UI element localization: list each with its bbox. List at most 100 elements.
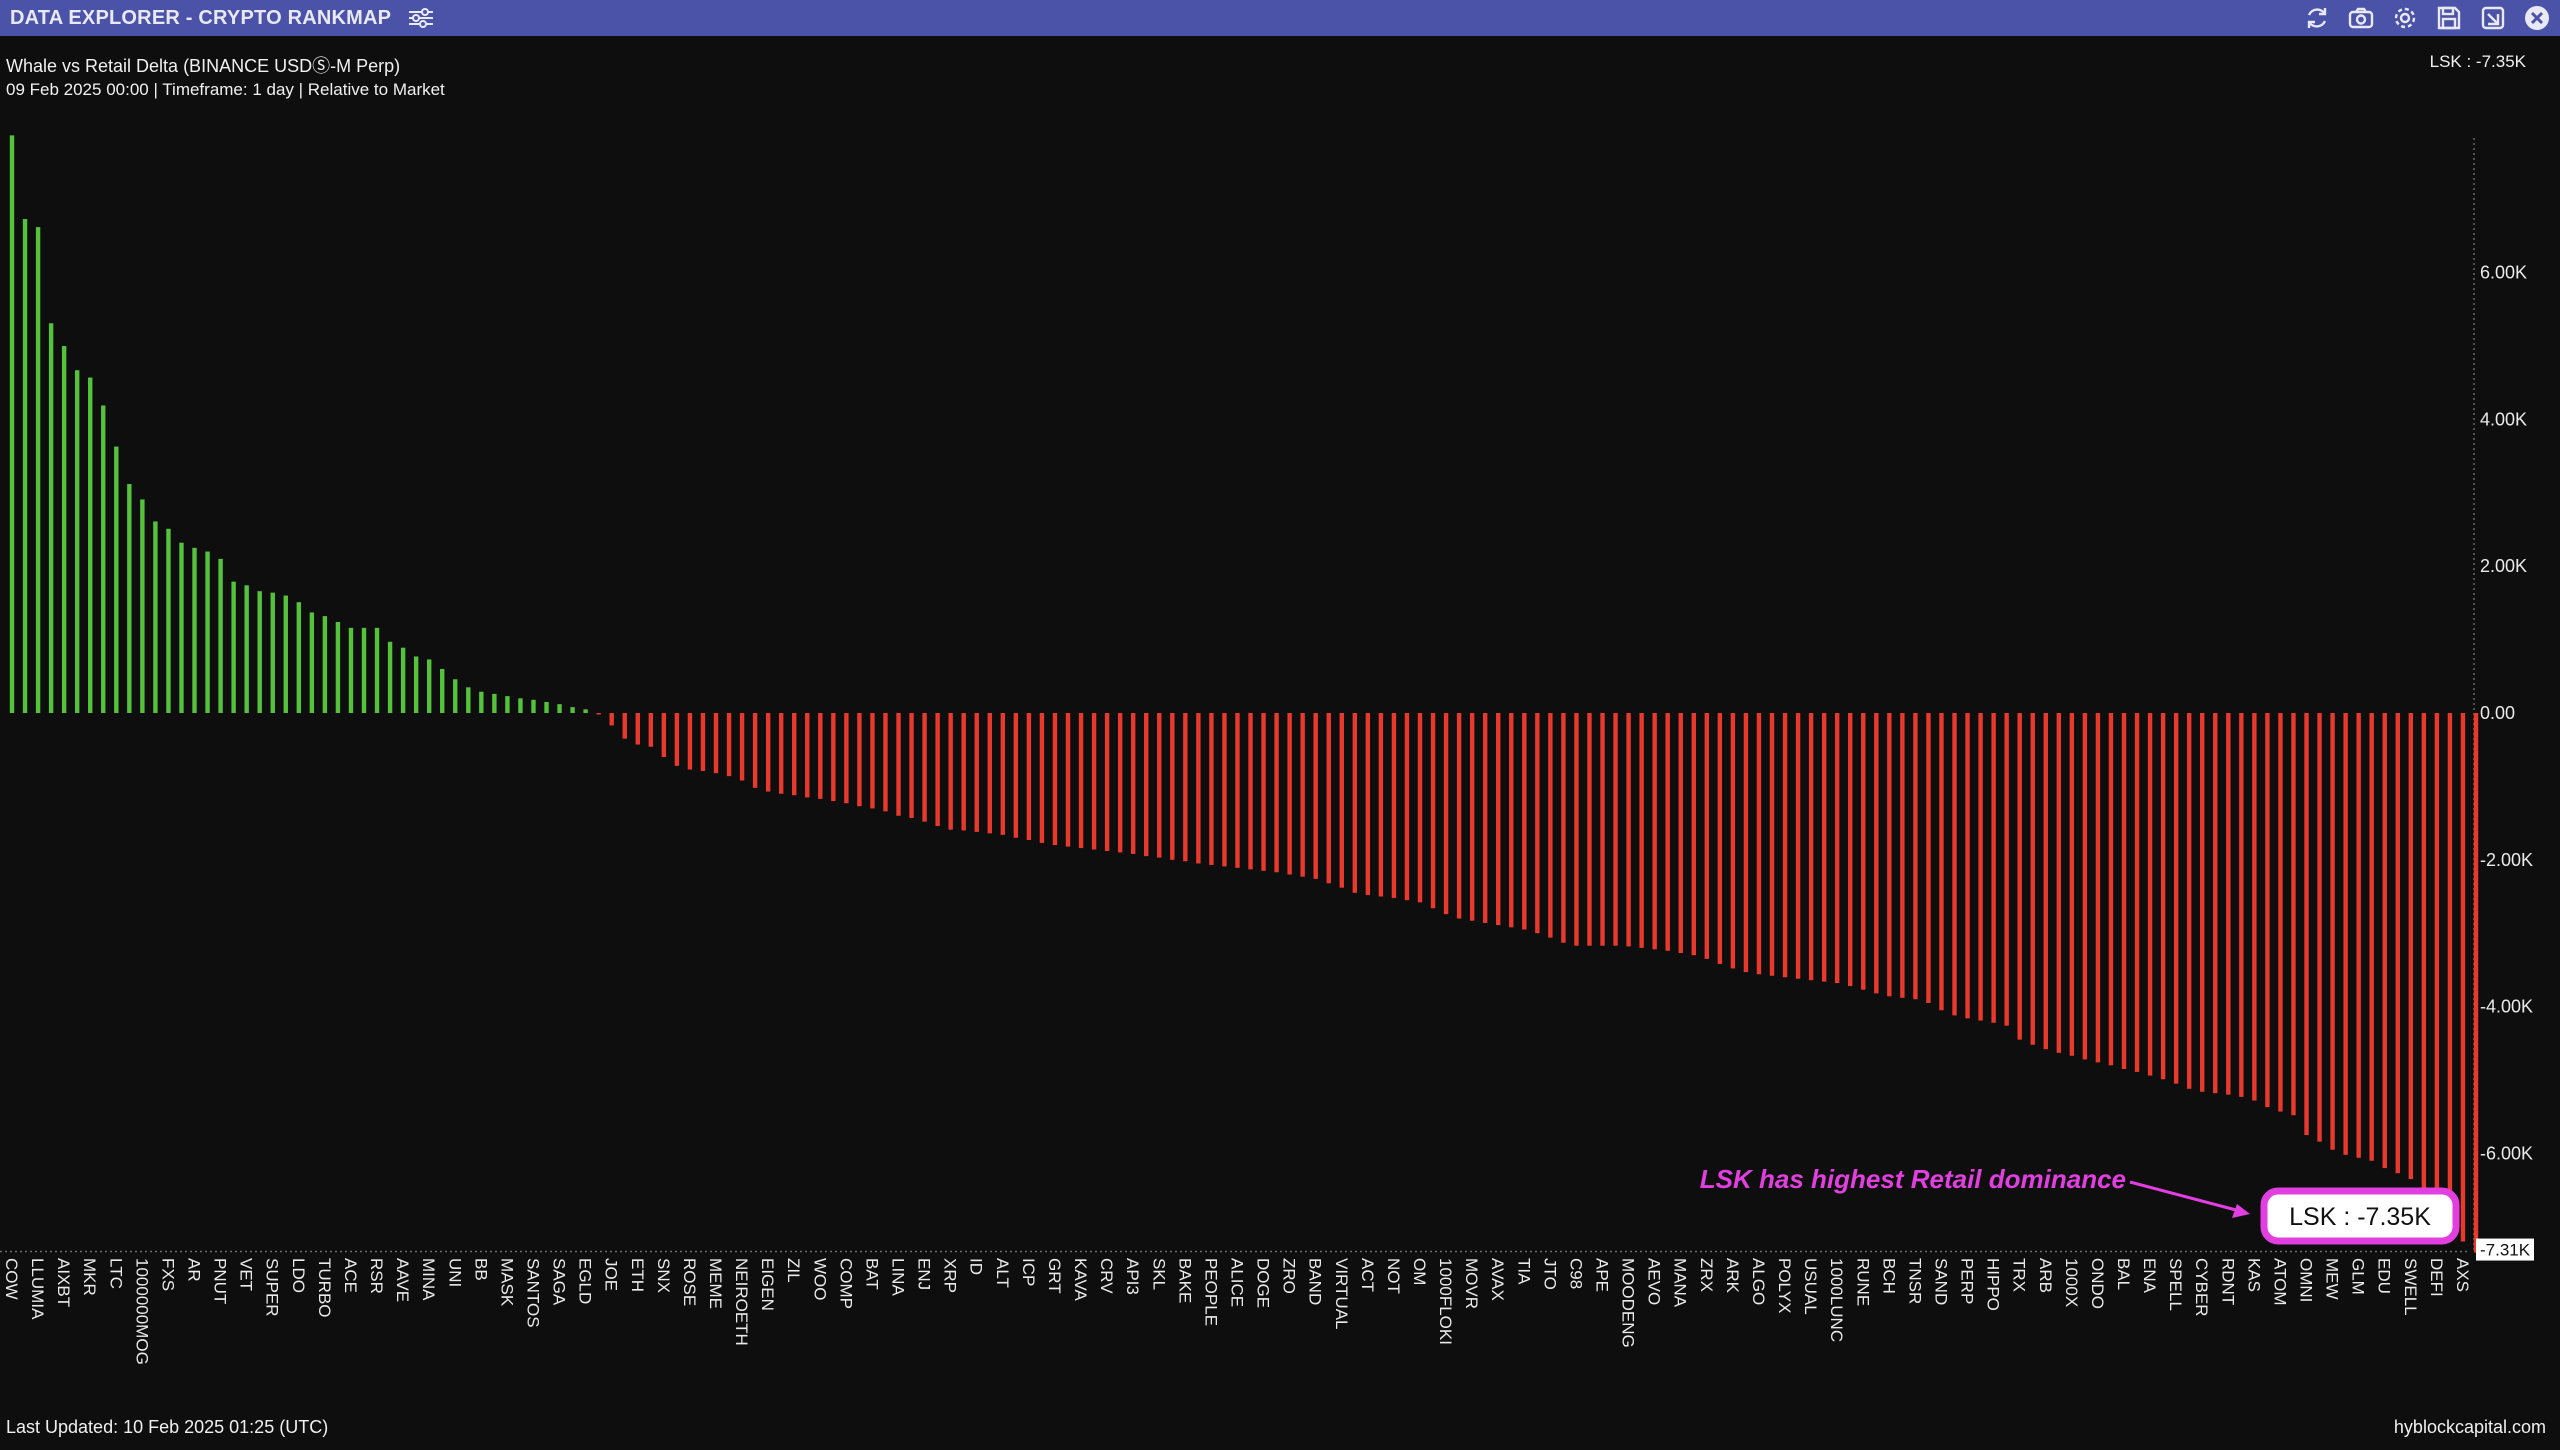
bar[interactable] <box>1235 713 1240 868</box>
bar[interactable] <box>453 679 458 713</box>
bar[interactable] <box>413 656 419 713</box>
bar[interactable] <box>544 701 549 713</box>
bar[interactable] <box>1078 713 1084 849</box>
bar[interactable] <box>531 699 536 713</box>
bar[interactable] <box>2069 713 2075 1056</box>
bar[interactable] <box>1052 713 1058 846</box>
bar[interactable] <box>2017 713 2022 1040</box>
bar[interactable] <box>1482 713 1488 923</box>
bar[interactable] <box>374 627 380 713</box>
bar[interactable] <box>1522 713 1527 930</box>
bar[interactable] <box>1574 713 1579 946</box>
bar[interactable] <box>2408 713 2414 1180</box>
bar[interactable] <box>296 602 302 713</box>
bar[interactable] <box>166 528 171 713</box>
bar[interactable] <box>22 219 28 713</box>
bar[interactable] <box>1535 713 1540 934</box>
bar[interactable] <box>1613 713 1618 946</box>
bar[interactable] <box>765 713 771 792</box>
bar[interactable] <box>283 595 288 713</box>
bar[interactable] <box>1561 713 1566 943</box>
bar[interactable] <box>909 713 914 818</box>
bar[interactable] <box>9 135 15 714</box>
bar[interactable] <box>361 627 367 713</box>
bar[interactable] <box>231 581 236 713</box>
bar[interactable] <box>1287 713 1292 875</box>
bar[interactable] <box>2447 713 2453 1231</box>
bar[interactable] <box>1509 713 1514 928</box>
bar[interactable] <box>1313 713 1318 879</box>
bar[interactable] <box>1743 713 1749 973</box>
bar[interactable] <box>2369 713 2374 1161</box>
bar[interactable] <box>974 713 979 832</box>
bar[interactable] <box>2226 713 2231 1095</box>
bar[interactable] <box>987 713 992 834</box>
bar[interactable] <box>2108 713 2114 1066</box>
bar[interactable] <box>648 713 654 747</box>
bar[interactable] <box>1691 713 1696 956</box>
bar[interactable] <box>583 709 588 713</box>
bar[interactable] <box>400 647 406 713</box>
bar[interactable] <box>2043 713 2048 1050</box>
bar[interactable] <box>557 704 562 713</box>
bar[interactable] <box>1652 713 1657 950</box>
bar[interactable] <box>778 713 784 794</box>
bar[interactable] <box>335 621 341 713</box>
bar[interactable] <box>1900 713 1905 998</box>
bar[interactable] <box>2421 713 2427 1191</box>
bar[interactable] <box>792 713 797 796</box>
bar[interactable] <box>2252 713 2257 1101</box>
bar[interactable] <box>1978 713 1983 1021</box>
bar[interactable] <box>818 713 823 799</box>
bar[interactable] <box>1339 713 1344 888</box>
bar[interactable] <box>1365 713 1371 896</box>
bar[interactable] <box>2056 713 2062 1053</box>
bar[interactable] <box>1665 713 1670 951</box>
bar[interactable] <box>1926 713 1931 1003</box>
bar[interactable] <box>192 547 197 713</box>
bar[interactable] <box>48 323 54 713</box>
bar[interactable] <box>2343 713 2348 1155</box>
bar[interactable] <box>1274 713 1279 873</box>
bar[interactable] <box>309 612 315 713</box>
bar[interactable] <box>2291 713 2296 1116</box>
bar[interactable] <box>179 542 184 713</box>
bar[interactable] <box>1209 713 1214 865</box>
bar[interactable] <box>153 521 158 713</box>
bar[interactable] <box>1248 713 1253 870</box>
bar[interactable] <box>609 713 614 726</box>
bar[interactable] <box>713 713 719 774</box>
bar[interactable] <box>1717 713 1723 965</box>
bar[interactable] <box>935 713 940 827</box>
bar[interactable] <box>1861 713 1866 990</box>
bar[interactable] <box>2460 713 2466 1242</box>
bar[interactable] <box>1039 713 1045 843</box>
bar[interactable] <box>1730 713 1736 969</box>
bar[interactable] <box>2121 713 2127 1069</box>
bar[interactable] <box>127 483 132 713</box>
bar[interactable] <box>622 713 627 739</box>
bar[interactable] <box>883 713 888 812</box>
bar[interactable] <box>1821 713 1827 982</box>
bar[interactable] <box>870 713 875 809</box>
bar[interactable] <box>700 713 706 771</box>
bar[interactable] <box>479 691 484 713</box>
bar[interactable] <box>752 713 758 788</box>
bar[interactable] <box>635 713 640 745</box>
bar[interactable] <box>1065 713 1071 847</box>
bar[interactable] <box>961 713 966 831</box>
rankmap-chart[interactable]: COW LLUMIA AIXBT MKR LTC 1000000MOG FXS AR PNUT V… <box>0 0 2560 1450</box>
bar[interactable] <box>1887 713 1892 997</box>
bar[interactable] <box>88 377 93 713</box>
bar[interactable] <box>492 693 497 713</box>
bar[interactable] <box>1626 713 1631 947</box>
bar[interactable] <box>1848 713 1853 987</box>
bar[interactable] <box>322 616 328 713</box>
bar[interactable] <box>805 713 810 798</box>
bar[interactable] <box>674 713 680 766</box>
bar[interactable] <box>505 696 510 713</box>
bar[interactable] <box>2239 713 2244 1097</box>
bar[interactable] <box>1782 713 1788 978</box>
bar[interactable] <box>2147 713 2153 1076</box>
bar[interactable] <box>2356 713 2361 1158</box>
